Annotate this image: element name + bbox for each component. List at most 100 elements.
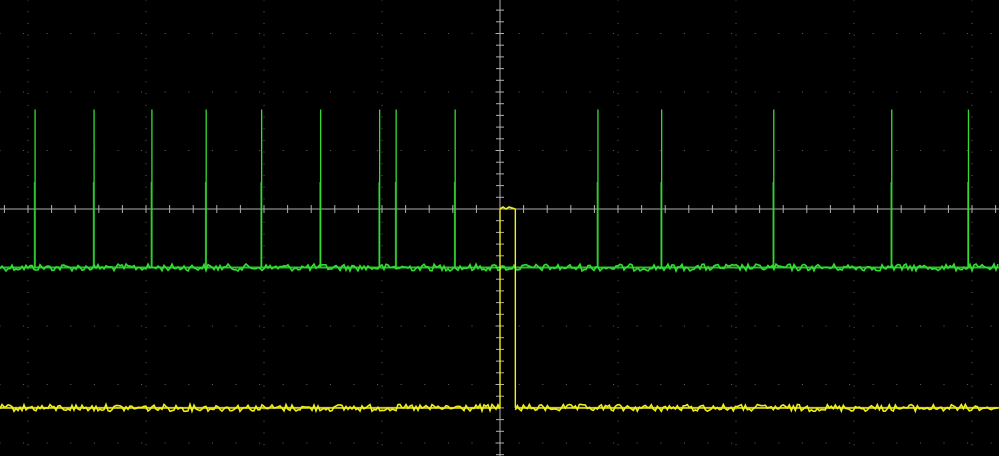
- grid-dot: [27, 58, 29, 59]
- grid-dot: [263, 315, 265, 317]
- grid-dot: [263, 362, 265, 364]
- grid-dot: [164, 150, 166, 151]
- grid-dot: [263, 409, 265, 410]
- grid-dot: [145, 315, 147, 317]
- grid-dot: [919, 325, 921, 327]
- grid-dot: [735, 116, 737, 118]
- grid-dot: [853, 397, 855, 399]
- grid-dot: [967, 91, 969, 93]
- grid-dot: [754, 384, 756, 385]
- grid-dot: [263, 22, 265, 24]
- grid-dot: [381, 128, 383, 130]
- grid-dot: [971, 338, 973, 340]
- grid-dot: [27, 245, 29, 247]
- grid-dot: [381, 350, 383, 352]
- grid-dot: [381, 233, 383, 235]
- grid-dot: [353, 325, 355, 327]
- grid-dot: [263, 350, 265, 352]
- grid-dot: [381, 420, 383, 422]
- grid-dot: [617, 104, 619, 106]
- grid-dot: [117, 150, 119, 151]
- grid-dot: [853, 198, 855, 200]
- grid-dot: [471, 442, 473, 444]
- grid-dot: [259, 442, 261, 444]
- grid-dot: [235, 150, 237, 151]
- grid-dot: [853, 315, 855, 317]
- grid-dot: [145, 0, 147, 1]
- grid-dot: [971, 432, 973, 434]
- grid-dot: [971, 385, 973, 387]
- grid-dot: [145, 397, 147, 399]
- grid-dot: [707, 33, 709, 34]
- grid-dot: [23, 91, 25, 93]
- grid-dot: [617, 93, 619, 95]
- grid-dot: [377, 384, 379, 385]
- grid-dot: [735, 432, 737, 434]
- grid-dot: [495, 442, 497, 444]
- grid-dot: [377, 91, 379, 93]
- grid-dot: [306, 150, 308, 151]
- grid-dot: [27, 163, 29, 165]
- grid-dot: [447, 91, 449, 93]
- grid-dot: [381, 81, 383, 83]
- grid-dot: [617, 397, 619, 399]
- grid-dot: [27, 139, 29, 141]
- grid-dot: [263, 420, 265, 422]
- grid-dot: [0, 150, 1, 151]
- grid-dot: [613, 150, 615, 151]
- grid-dot: [381, 256, 383, 258]
- grid-dot: [735, 139, 737, 141]
- grid-dot: [754, 442, 756, 444]
- grid-dot: [306, 91, 308, 93]
- grid-dot: [971, 34, 973, 36]
- grid-dot: [660, 325, 662, 327]
- grid-dot: [145, 221, 147, 223]
- grid-dot: [636, 442, 638, 444]
- grid-dot: [849, 325, 851, 327]
- grid-dot: [707, 150, 709, 151]
- grid-dot: [145, 163, 147, 165]
- grid-dot: [735, 362, 737, 364]
- grid-dot: [164, 384, 166, 385]
- grid-dot: [971, 11, 973, 13]
- grid-dot: [617, 280, 619, 282]
- grid-dot: [872, 33, 874, 34]
- grid-dot: [636, 325, 638, 327]
- grid-dot: [381, 327, 383, 329]
- grid-dot: [381, 315, 383, 317]
- grid-dot: [46, 33, 48, 34]
- grid-dot: [971, 93, 973, 95]
- grid-dot: [683, 150, 685, 151]
- grid-dot: [235, 91, 237, 93]
- grid-dot: [27, 385, 29, 387]
- grid-dot: [23, 33, 25, 34]
- grid-dot: [565, 442, 567, 444]
- grid-dot: [896, 442, 898, 444]
- grid-dot: [70, 384, 72, 385]
- grid-dot: [23, 442, 25, 444]
- grid-dot: [853, 81, 855, 83]
- grid-dot: [46, 91, 48, 93]
- grid-dot: [263, 46, 265, 48]
- grid-dot: [518, 442, 520, 444]
- grid-dot: [735, 198, 737, 200]
- grid-dot: [971, 245, 973, 247]
- grid-dot: [306, 33, 308, 34]
- grid-dot: [381, 303, 383, 305]
- grid-dot: [495, 325, 497, 327]
- grid-dot: [93, 91, 95, 93]
- grid-dot: [542, 33, 544, 34]
- grid-dot: [188, 442, 190, 444]
- grid-dot: [853, 444, 855, 446]
- grid-dot: [329, 91, 331, 93]
- grid-dot: [27, 128, 29, 130]
- grid-dot: [735, 268, 737, 270]
- grid-dot: [27, 34, 29, 36]
- grid-dot: [896, 150, 898, 151]
- grid-dot: [943, 442, 945, 444]
- grid-dot: [0, 325, 1, 327]
- grid-dot: [93, 33, 95, 34]
- grid-dot: [377, 442, 379, 444]
- grid-dot: [145, 373, 147, 375]
- grid-dot: [849, 442, 851, 444]
